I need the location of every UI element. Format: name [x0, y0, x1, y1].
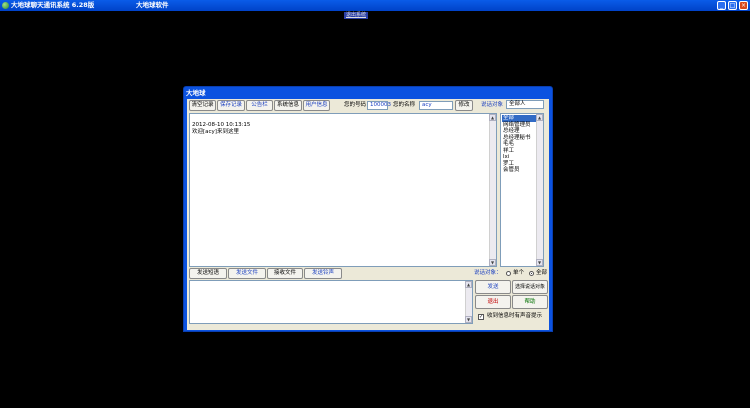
- rename-button[interactable]: 修改: [455, 100, 473, 111]
- input-scrollbar[interactable]: ▲ ▼: [465, 281, 472, 323]
- sound-prompt-checkbox[interactable]: ✓: [478, 314, 484, 320]
- message-list: 2012-08-10 10:13:15 欢迎[acy]来到这里: [192, 122, 250, 135]
- your-name-label: 您的名称: [393, 102, 416, 108]
- single-radio[interactable]: [506, 271, 511, 276]
- single-label: 单个: [513, 270, 525, 276]
- scroll-up-arrow[interactable]: ▲: [536, 114, 543, 121]
- system-info-button[interactable]: 系统信息: [274, 100, 302, 111]
- company-name: 大地球软件: [136, 1, 169, 9]
- close-button[interactable]: ×: [739, 1, 748, 10]
- talk-target-mode-label: 说话对象：: [474, 270, 502, 276]
- dialog-title: 大地球: [186, 89, 206, 97]
- message-log[interactable]: 2012-08-10 10:13:15 欢迎[acy]来到这里 ▲ ▼: [189, 113, 497, 267]
- message-text: 欢迎[acy]来到这里: [192, 128, 239, 135]
- help-button[interactable]: 帮助: [512, 295, 548, 309]
- sound-prompt-label: 收到信息时有声音提示: [487, 313, 543, 319]
- scroll-down-arrow[interactable]: ▼: [536, 259, 543, 266]
- app-globe-icon: [2, 2, 9, 9]
- user-items: 全部 网络管理员 总经理 总经理秘书 毛毛 祥工 lxi 罗工 会管员: [502, 115, 536, 174]
- all-label: 全部: [536, 270, 548, 276]
- user-item[interactable]: 会管员: [502, 167, 536, 174]
- scroll-up-arrow[interactable]: ▲: [489, 114, 496, 121]
- choose-target-button[interactable]: 选择说话对象: [512, 280, 548, 294]
- send-file-button[interactable]: 发送文件: [228, 268, 266, 279]
- receive-file-button[interactable]: 接收文件: [267, 268, 303, 279]
- message-timestamp: 2012-08-10 10:13:15: [192, 122, 251, 128]
- save-records-button[interactable]: 保存记录: [217, 100, 245, 111]
- scroll-down-arrow[interactable]: ▼: [465, 316, 472, 323]
- talk-target-field[interactable]: 全部人: [506, 100, 544, 109]
- app-title: 大地球聊天通讯系统 6.28版: [11, 1, 95, 9]
- minimize-button[interactable]: _: [717, 1, 726, 10]
- send-ringtone-button[interactable]: 发送铃声: [304, 268, 342, 279]
- clear-records-button[interactable]: 清空记录: [189, 100, 216, 111]
- user-info-button[interactable]: 用户信息: [303, 100, 330, 111]
- all-radio[interactable]: [529, 271, 534, 276]
- maximize-button[interactable]: □: [728, 1, 737, 10]
- bulletin-button[interactable]: 公告栏: [246, 100, 273, 111]
- main-title-bar: 大地球聊天通讯系统 6.28版 大地球软件 _ □ ×: [0, 0, 750, 11]
- user-list[interactable]: 全部 网络管理员 总经理 总经理秘书 毛毛 祥工 lxi 罗工 会管员 ▲ ▼: [500, 113, 544, 267]
- scroll-up-arrow[interactable]: ▲: [465, 281, 472, 288]
- user-list-scrollbar[interactable]: ▲ ▼: [536, 114, 543, 266]
- your-number-label: 您的号码: [344, 102, 367, 108]
- send-button[interactable]: 发送: [475, 280, 511, 294]
- send-phrase-button[interactable]: 发送短语: [189, 268, 227, 279]
- talk-target-label: 说话对象: [481, 102, 504, 108]
- message-input[interactable]: ▲ ▼: [189, 280, 473, 324]
- your-number-field[interactable]: 100003: [367, 101, 391, 110]
- your-name-field[interactable]: acy: [419, 101, 453, 110]
- scroll-down-arrow[interactable]: ▼: [489, 259, 496, 266]
- chat-dialog: 大地球 清空记录 保存记录 公告栏 系统信息 用户信息 您的号码 100003 …: [183, 86, 553, 332]
- dialog-body: 清空记录 保存记录 公告栏 系统信息 用户信息 您的号码 100003 您的名称…: [187, 99, 549, 330]
- message-log-scrollbar[interactable]: ▲ ▼: [489, 114, 496, 266]
- exit-system-link[interactable]: 退出系统: [344, 12, 369, 19]
- exit-button[interactable]: 退出: [475, 295, 511, 309]
